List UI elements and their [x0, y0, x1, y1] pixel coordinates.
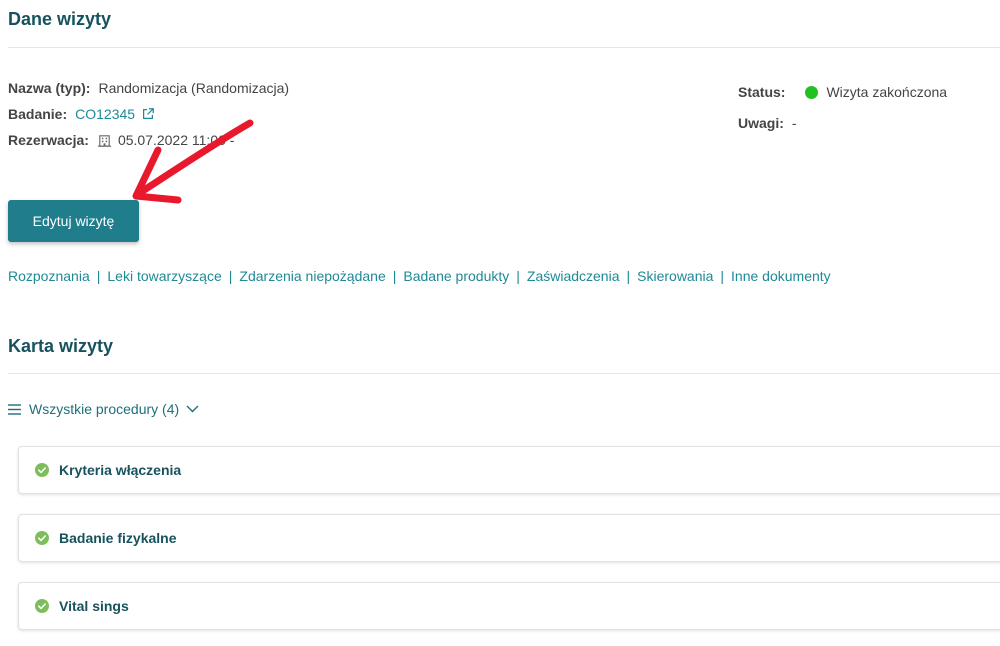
procedure-card[interactable]: Kryteria włączenia [18, 446, 1000, 494]
tab-separator: | [392, 268, 397, 284]
tab-zdarzenia-niepozadane[interactable]: Zdarzenia niepożądane [239, 268, 385, 284]
tab-separator: | [96, 268, 101, 284]
tab-separator: | [720, 268, 725, 284]
section-divider [8, 47, 1000, 48]
tab-zaswiadczenia[interactable]: Zaświadczenia [527, 268, 620, 284]
tab-separator: | [516, 268, 520, 284]
status-field: Status: Wizyta zakończona [738, 84, 947, 100]
status-indicator [805, 85, 819, 99]
notes-field: Uwagi: - [738, 115, 797, 131]
visit-card-title: Karta wizyty [8, 336, 114, 356]
notes-value: - [791, 115, 797, 131]
tab-inne-dokumenty[interactable]: Inne dokumenty [731, 268, 831, 284]
procedure-title: Kryteria włączenia [59, 462, 182, 478]
study-field: Badanie: CO12345 [8, 106, 155, 122]
procedures-toggle-label: Wszystkie procedury (4) [29, 401, 180, 417]
visit-name-value: Randomizacja (Randomizacja) [98, 80, 290, 96]
procedure-title: Vital sings [59, 598, 129, 614]
status-label: Status: [738, 84, 786, 100]
tab-rozpoznania[interactable]: Rozpoznania [8, 268, 90, 284]
check-circle-icon [35, 599, 49, 613]
tab-skierowania[interactable]: Skierowania [637, 268, 713, 284]
status-value: Wizyta zakończona [826, 84, 948, 100]
procedure-card[interactable]: Badanie fizykalne [18, 514, 1000, 562]
visit-name-label: Nazwa (typ): [8, 80, 91, 96]
study-label: Badanie: [8, 106, 68, 122]
reservation-label: Rezerwacja: [8, 132, 89, 148]
edit-visit-button[interactable]: Edytuj wizytę [8, 200, 139, 242]
study-link[interactable]: CO12345 [75, 106, 135, 122]
reservation-field: Rezerwacja: 05.07.2022 11:00 - [8, 132, 234, 148]
visit-name-field: Nazwa (typ): Randomizacja (Randomizacja) [8, 80, 289, 96]
building-icon [97, 134, 111, 147]
check-circle-icon [35, 531, 49, 545]
tab-leki-towarzyszace[interactable]: Leki towarzyszące [107, 268, 221, 284]
tab-badane-produkty[interactable]: Badane produkty [403, 268, 509, 284]
procedures-toggle[interactable]: Wszystkie procedury (4) [8, 401, 207, 417]
chevron-down-icon [186, 405, 199, 413]
tab-separator: | [626, 268, 631, 284]
menu-icon [8, 403, 21, 415]
section-divider [8, 373, 1000, 374]
notes-label: Uwagi: [738, 115, 784, 131]
procedure-title: Badanie fizykalne [59, 530, 177, 546]
procedure-card[interactable]: Vital sings [18, 582, 1000, 630]
reservation-value: 05.07.2022 11:00 - [117, 132, 235, 148]
check-circle-icon [35, 463, 49, 477]
external-link-icon[interactable] [141, 107, 155, 121]
tab-separator: | [228, 268, 233, 284]
visit-tabs-nav: Rozpoznania | Leki towarzyszące | Zdarze… [8, 268, 831, 284]
page-title: Dane wizyty [8, 9, 112, 29]
